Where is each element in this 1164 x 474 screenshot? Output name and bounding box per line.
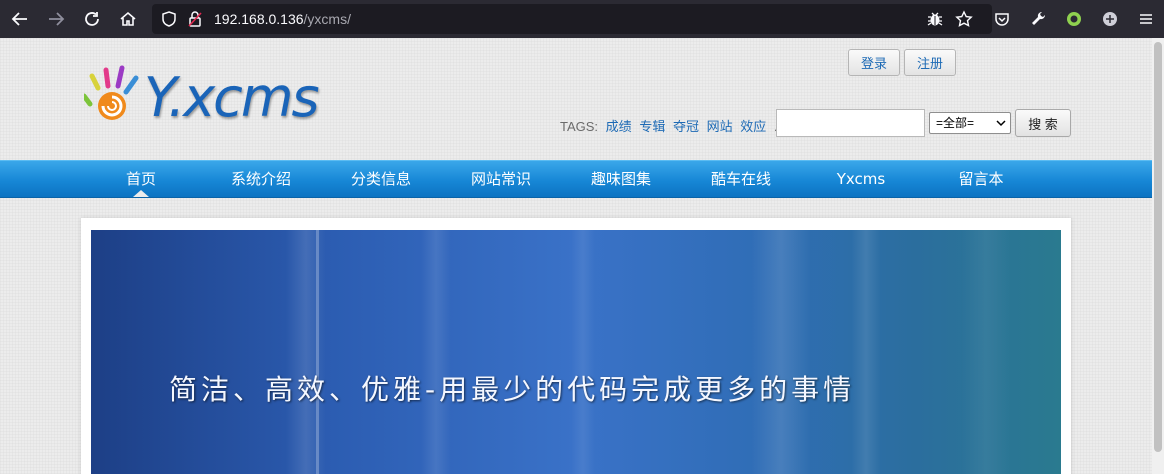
tag-link[interactable]: 成绩	[606, 119, 632, 134]
scrollbar-thumb[interactable]	[1154, 42, 1162, 452]
banner-slide[interactable]: 简洁、高效、优雅-用最少的代码完成更多的事情	[91, 230, 1061, 474]
nav-item-classified[interactable]: 分类信息	[326, 161, 436, 199]
banner-frame: 简洁、高效、优雅-用最少的代码完成更多的事情	[81, 218, 1071, 474]
menu-icon[interactable]	[1132, 5, 1160, 33]
url-path: /yxcms/	[303, 11, 351, 27]
tag-link[interactable]: 夺冠	[673, 119, 699, 134]
pocket-icon[interactable]	[988, 5, 1016, 33]
chevron-down-icon	[996, 120, 1006, 127]
light-beam	[851, 230, 881, 474]
search-category-select[interactable]: =全部=	[929, 112, 1011, 134]
light-beam	[286, 230, 326, 474]
nav-item-guestbook[interactable]: 留言本	[926, 161, 1036, 199]
back-icon[interactable]	[6, 5, 34, 33]
site-logo[interactable]: Y.xcms	[84, 64, 336, 136]
register-button[interactable]: 注册	[904, 49, 956, 76]
search-input[interactable]	[776, 109, 925, 137]
insecure-lock-icon[interactable]	[186, 10, 204, 28]
nav-item-yxcms[interactable]: Yxcms	[806, 161, 916, 199]
logo-text: Y.xcms	[144, 66, 320, 129]
reload-icon[interactable]	[78, 5, 106, 33]
bookmark-star-icon[interactable]	[955, 10, 973, 28]
search-button[interactable]: 搜 索	[1015, 109, 1071, 137]
tags-bar: TAGS: 成绩 专辑 夺冠 网站 效应 ...	[560, 116, 785, 135]
tag-link[interactable]: 效应	[740, 119, 766, 134]
banner-headline: 简洁、高效、优雅-用最少的代码完成更多的事情	[169, 373, 856, 406]
login-button[interactable]: 登录	[848, 49, 900, 76]
nav-item-cars[interactable]: 酷车在线	[686, 161, 796, 199]
nav-item-web-tips[interactable]: 网站常识	[446, 161, 556, 199]
extension-gray-icon[interactable]	[1096, 5, 1124, 33]
extension-bug-icon[interactable]	[926, 10, 944, 28]
light-beam	[316, 230, 319, 474]
light-beam	[751, 230, 811, 474]
light-beam	[961, 230, 1011, 474]
nav-item-gallery[interactable]: 趣味图集	[566, 161, 676, 199]
page-scrollbar[interactable]	[1152, 38, 1164, 474]
extension-green-icon[interactable]	[1060, 5, 1088, 33]
home-icon[interactable]	[114, 5, 142, 33]
tag-link[interactable]: 网站	[707, 119, 733, 134]
nav-item-system-intro[interactable]: 系统介绍	[206, 161, 316, 199]
active-nav-indicator	[133, 190, 149, 197]
light-beam	[421, 230, 451, 474]
shield-icon[interactable]	[160, 10, 178, 28]
tag-link[interactable]: 专辑	[639, 119, 665, 134]
forward-icon[interactable]	[42, 5, 70, 33]
wrench-icon[interactable]	[1024, 5, 1052, 33]
browser-toolbar: 192.168.0.136/yxcms/	[0, 0, 1164, 38]
address-bar[interactable]: 192.168.0.136/yxcms/	[152, 4, 992, 34]
url-host: 192.168.0.136	[214, 11, 304, 27]
light-beam	[571, 230, 595, 474]
main-nav: 首页 系统介绍 分类信息 网站常识 趣味图集 酷车在线 Yxcms 留言本	[0, 160, 1152, 198]
web-page: Y.xcms 登录 注册 TAGS: 成绩 专辑 夺冠 网站 效应 ... =全…	[0, 38, 1152, 474]
search-select-value: =全部=	[936, 116, 975, 130]
url-text[interactable]: 192.168.0.136/yxcms/	[214, 11, 351, 27]
tags-label: TAGS:	[560, 119, 599, 134]
